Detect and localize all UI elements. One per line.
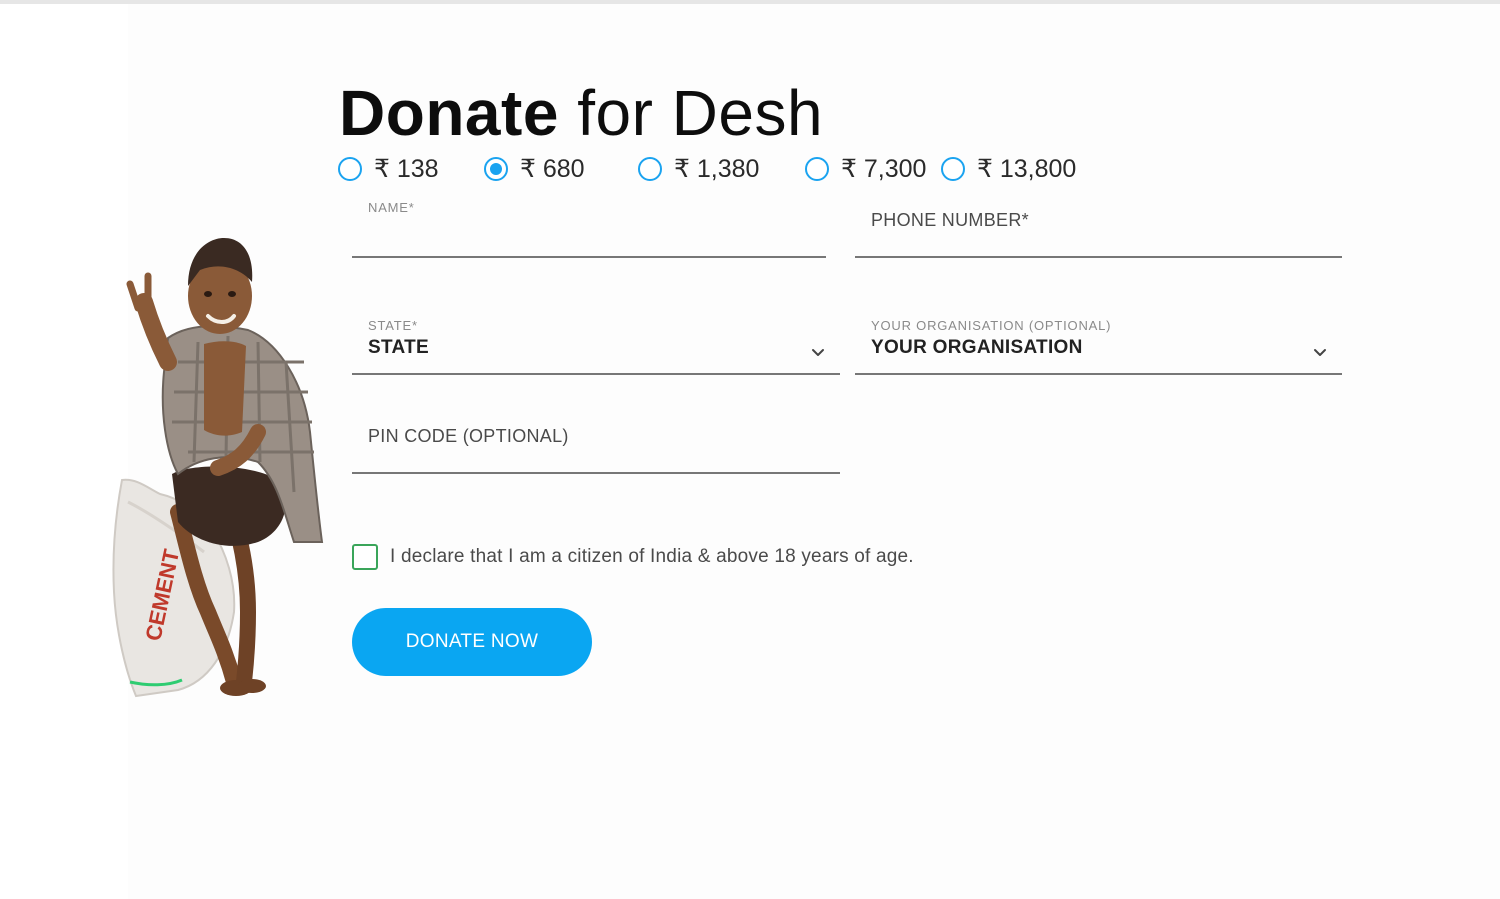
radio-button[interactable] bbox=[941, 157, 965, 181]
title-light: for Desh bbox=[577, 77, 824, 149]
state-value: STATE bbox=[368, 337, 429, 358]
phone-input[interactable] bbox=[871, 224, 1326, 250]
state-label: STATE* bbox=[368, 318, 418, 333]
amount-option-13800[interactable]: ₹ 13,800 bbox=[941, 152, 1076, 186]
amount-option-138[interactable]: ₹ 138 bbox=[338, 152, 439, 186]
radio-button-selected[interactable] bbox=[484, 157, 508, 181]
radio-button[interactable] bbox=[805, 157, 829, 181]
amount-option-680[interactable]: ₹ 680 bbox=[484, 152, 585, 186]
organisation-value: YOUR ORGANISATION bbox=[871, 337, 1083, 358]
amount-label: ₹ 13,800 bbox=[977, 155, 1077, 183]
donate-now-button[interactable]: DONATE NOW bbox=[352, 608, 592, 676]
declaration-checkbox[interactable] bbox=[352, 544, 378, 570]
title-bold: Donate bbox=[339, 77, 559, 149]
declaration-row: I declare that I am a citizen of India &… bbox=[352, 544, 914, 570]
name-label: NAME* bbox=[368, 200, 415, 215]
pincode-input[interactable] bbox=[368, 440, 824, 466]
amount-label: ₹ 1,380 bbox=[674, 155, 760, 183]
radio-button[interactable] bbox=[638, 157, 662, 181]
organisation-label: YOUR ORGANISATION (OPTIONAL) bbox=[871, 318, 1112, 333]
declaration-text: I declare that I am a citizen of India &… bbox=[390, 546, 914, 567]
organisation-select[interactable]: YOUR ORGANISATION (OPTIONAL) YOUR ORGANI… bbox=[855, 312, 1342, 375]
amount-label: ₹ 138 bbox=[374, 155, 439, 183]
name-input[interactable] bbox=[368, 224, 810, 250]
radio-dot bbox=[490, 163, 502, 175]
page-title: Donate for Desh bbox=[339, 76, 823, 150]
chevron-down-icon[interactable] bbox=[1312, 345, 1328, 361]
phone-field[interactable]: PHONE NUMBER* bbox=[855, 196, 1342, 258]
pincode-field[interactable]: PIN CODE (OPTIONAL) bbox=[352, 410, 840, 474]
child-photo: CEMENT bbox=[112, 238, 324, 698]
amount-options: ₹ 138 ₹ 680 ₹ 1,380 ₹ 7,300 ₹ 13,800 bbox=[0, 152, 1500, 186]
name-field[interactable]: NAME* bbox=[352, 196, 826, 258]
chevron-down-icon[interactable] bbox=[810, 345, 826, 361]
amount-option-7300[interactable]: ₹ 7,300 bbox=[805, 152, 926, 186]
radio-button[interactable] bbox=[338, 157, 362, 181]
amount-label: ₹ 680 bbox=[520, 155, 585, 183]
state-select[interactable]: STATE* STATE bbox=[352, 312, 840, 375]
top-strip bbox=[0, 0, 1500, 4]
amount-label: ₹ 7,300 bbox=[841, 155, 927, 183]
amount-option-1380[interactable]: ₹ 1,380 bbox=[638, 152, 759, 186]
